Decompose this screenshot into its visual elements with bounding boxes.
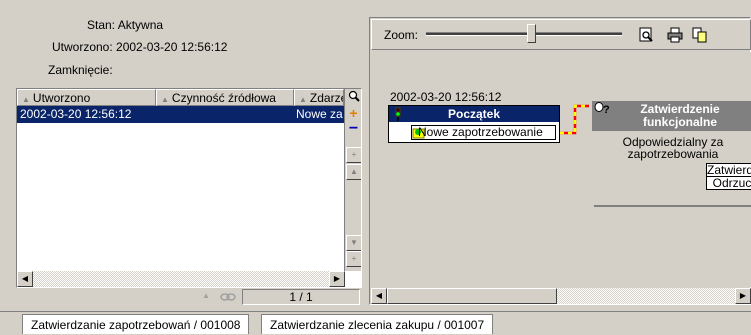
approval-node-title-bar: ? Zatwierdzenie funkcjonalne: [592, 101, 751, 131]
zoom-slider[interactable]: [426, 24, 622, 44]
start-node-event[interactable]: Nowe zapotrzebowanie: [411, 125, 556, 140]
created-label: Utworzono: 2002-03-20 12:56:12: [52, 40, 228, 54]
traffic-light-icon: [395, 107, 401, 121]
approval-node[interactable]: ? Zatwierdzenie funkcjonalne Odpowiedzia…: [592, 101, 751, 205]
pager: ▲ 1 / 1: [16, 289, 362, 305]
status-info-panel: Stan: Aktywna Utworzono: 2002-03-20 12:5…: [0, 0, 363, 88]
scroll-right-button[interactable]: ▶: [329, 271, 345, 287]
zoom-preview-icon[interactable]: [639, 27, 655, 43]
workflow-diagram[interactable]: 2002-03-20 12:56:12 Początek Nowe zapotr…: [371, 52, 751, 287]
scroll-up-button[interactable]: ▲: [346, 164, 361, 180]
chain-icon[interactable]: [220, 291, 236, 303]
scroll-left-button[interactable]: ◀: [17, 271, 33, 287]
table-row[interactable]: 2002-03-20 12:56:12 Nowe za: [17, 106, 344, 123]
column-header-event[interactable]: ▲Zdarzenie: [294, 89, 344, 106]
scroll-right-button[interactable]: ▶: [735, 288, 751, 304]
question-bulb-icon: ?: [594, 102, 610, 116]
find-button[interactable]: [346, 89, 361, 104]
page-counter: 1 / 1: [242, 289, 360, 305]
svg-text:?: ?: [603, 104, 610, 116]
print-icon[interactable]: [667, 27, 683, 43]
vertical-scrollbar[interactable]: + ▲ ▼ +: [346, 147, 361, 269]
sort-triangle-icon: ▲: [299, 95, 307, 104]
bottom-tab-strip: Zatwierdzanie zapotrzebowań / 001008 Zat…: [0, 311, 751, 334]
diagram-toolbar: Zoom:: [371, 19, 751, 50]
plus-small-icon: +: [351, 254, 357, 263]
list-side-toolbar: + − + ▲ ▼ +: [344, 89, 361, 271]
arrow-left-icon: ◀: [21, 274, 29, 283]
sort-triangle-icon: ▲: [22, 95, 30, 104]
expand-button[interactable]: +: [346, 147, 361, 163]
approval-node-desc-line2: zapotrzebowania: [627, 147, 719, 161]
scroll-thumb[interactable]: [387, 288, 557, 304]
arrow-up-icon: ▲: [350, 167, 358, 176]
column-header-created[interactable]: ▲ Utworzono: [17, 89, 156, 106]
horizontal-scrollbar[interactable]: ◀ ▶: [17, 271, 361, 287]
scroll-down-button[interactable]: ▼: [346, 235, 361, 251]
cell-event: Nowe za: [296, 107, 343, 121]
tab-requisition-approval[interactable]: Zatwierdzanie zapotrzebowań / 001008: [22, 314, 250, 334]
minus-icon: −: [348, 120, 359, 137]
add-button[interactable]: +: [346, 106, 361, 121]
start-node[interactable]: Początek Nowe zapotrzebowanie: [388, 105, 560, 143]
start-node-event-label: Nowe zapotrzebowanie: [418, 125, 543, 139]
magnifier-icon: [348, 90, 360, 102]
sort-triangle-icon: ▲: [161, 95, 169, 104]
arrow-down-icon: ▼: [350, 238, 358, 247]
zoom-slider-thumb[interactable]: [527, 24, 536, 43]
cell-created: 2002-03-20 12:56:12: [20, 107, 132, 121]
diagram-timestamp: 2002-03-20 12:56:12: [390, 90, 502, 104]
scroll-track[interactable]: [346, 180, 361, 235]
approval-outcome-approve[interactable]: Zatwierdzi: [706, 163, 751, 177]
remove-button[interactable]: −: [346, 120, 361, 137]
arrow-right-icon: ▶: [739, 291, 747, 300]
approval-node-title-line2: funkcjonalne: [642, 115, 717, 129]
scroll-track[interactable]: [33, 271, 329, 287]
approval-node-desc: Odpowiedzialny za zapotrzebowania: [592, 136, 751, 160]
closed-label: Zamknięcie:: [48, 63, 113, 77]
events-table[interactable]: ▲Utworzono ▲Czynność źródłowa ▲Zdarzenie…: [16, 88, 362, 288]
sort-triangle-icon: ▲: [202, 291, 210, 300]
plus-icon: +: [349, 105, 358, 121]
arrow-left-icon: ◀: [375, 291, 383, 300]
status-label: Stan: Aktywna: [87, 18, 164, 32]
column-header-source-activity[interactable]: ▲ Czynność źródłowa: [156, 89, 294, 106]
tab-purchase-order-approval[interactable]: Zatwierdzanie zlecenia zakupu / 001007: [261, 314, 494, 334]
plus-small-icon: +: [351, 150, 357, 159]
start-node-title: Początek: [447, 107, 501, 121]
collapse-button[interactable]: +: [346, 251, 361, 267]
zoom-label: Zoom:: [384, 28, 419, 42]
scroll-left-button[interactable]: ◀: [371, 288, 387, 304]
zoom-slider-track: [426, 32, 622, 36]
start-node-title-bar: Początek: [389, 106, 559, 122]
diagram-horizontal-scrollbar[interactable]: ◀ ▶: [371, 288, 751, 304]
arrow-right-icon: ▶: [333, 274, 341, 283]
copy-icon[interactable]: [692, 27, 708, 43]
approval-outcome-reject[interactable]: Odrzuci: [706, 176, 751, 190]
scroll-track[interactable]: [557, 288, 735, 304]
